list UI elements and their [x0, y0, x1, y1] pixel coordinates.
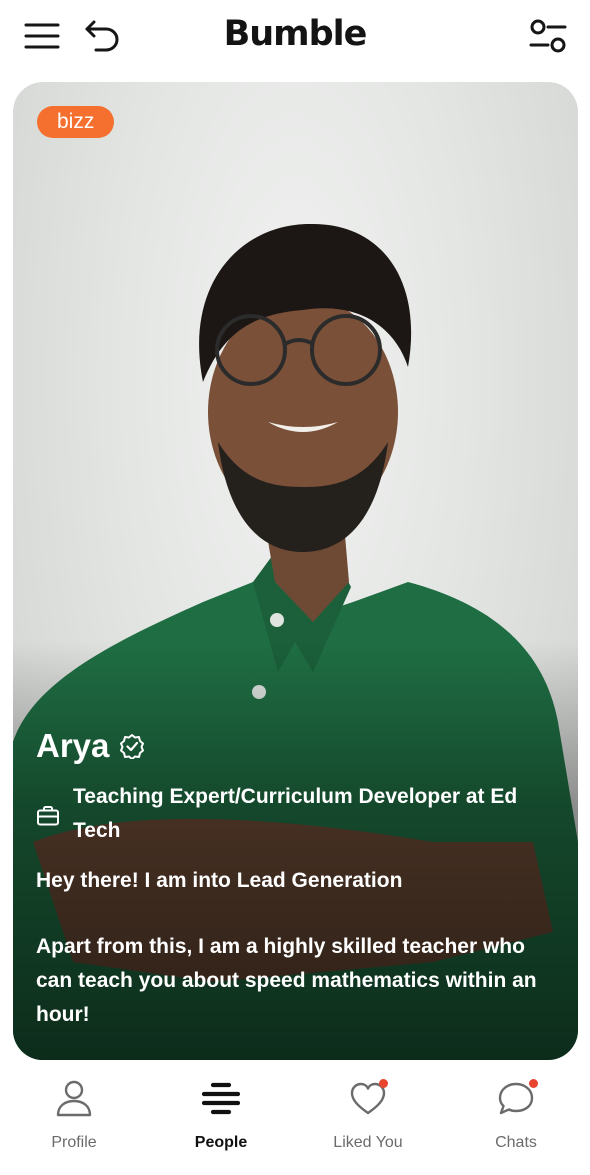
nav-label: People — [194, 1134, 248, 1151]
profile-card[interactable]: bizz Arya Teaching Expert/Curriculum Dev… — [13, 82, 578, 1060]
profile-info: Arya Teaching Expert/Curriculum Develope… — [36, 722, 556, 1032]
nav-item-people[interactable]: People — [161, 1078, 281, 1158]
brand-logo: Bumble — [223, 14, 368, 54]
mode-badge: bizz — [37, 106, 115, 138]
nav-item-profile[interactable]: Profile — [14, 1078, 134, 1158]
nav-item-liked-you[interactable]: Liked You — [308, 1078, 428, 1158]
filter-icon — [529, 19, 567, 53]
job-title: Teaching Expert/Curriculum Developer at … — [73, 785, 518, 842]
profile-icon — [56, 1080, 92, 1117]
verified-icon — [120, 734, 145, 759]
filter-button[interactable] — [526, 16, 570, 56]
bio: Hey there! I am into Lead Generation Apa… — [36, 864, 556, 1032]
nav-label: Chats — [495, 1134, 537, 1151]
nav-item-chats[interactable]: Chats — [456, 1078, 576, 1158]
job-row: Teaching Expert/Curriculum Developer at … — [36, 780, 556, 848]
notification-dot — [529, 1079, 538, 1088]
app-screen: Bumble bizz Arya Teaching Expert/Curricu… — [0, 0, 590, 1175]
briefcase-icon — [37, 806, 59, 826]
bottom-nav: Profile People Liked You Chats — [0, 1068, 590, 1175]
nav-label: Liked You — [333, 1134, 403, 1151]
nav-label: Profile — [51, 1134, 97, 1151]
bio-line: Apart from this, I am a highly skilled t… — [36, 935, 537, 1026]
bio-line: Hey there! I am into Lead Generation — [36, 869, 403, 892]
notification-dot — [379, 1079, 388, 1088]
people-icon — [201, 1082, 241, 1115]
top-bar: Bumble — [0, 0, 590, 78]
name-row: Arya — [36, 722, 556, 770]
profile-name: Arya — [36, 727, 110, 764]
